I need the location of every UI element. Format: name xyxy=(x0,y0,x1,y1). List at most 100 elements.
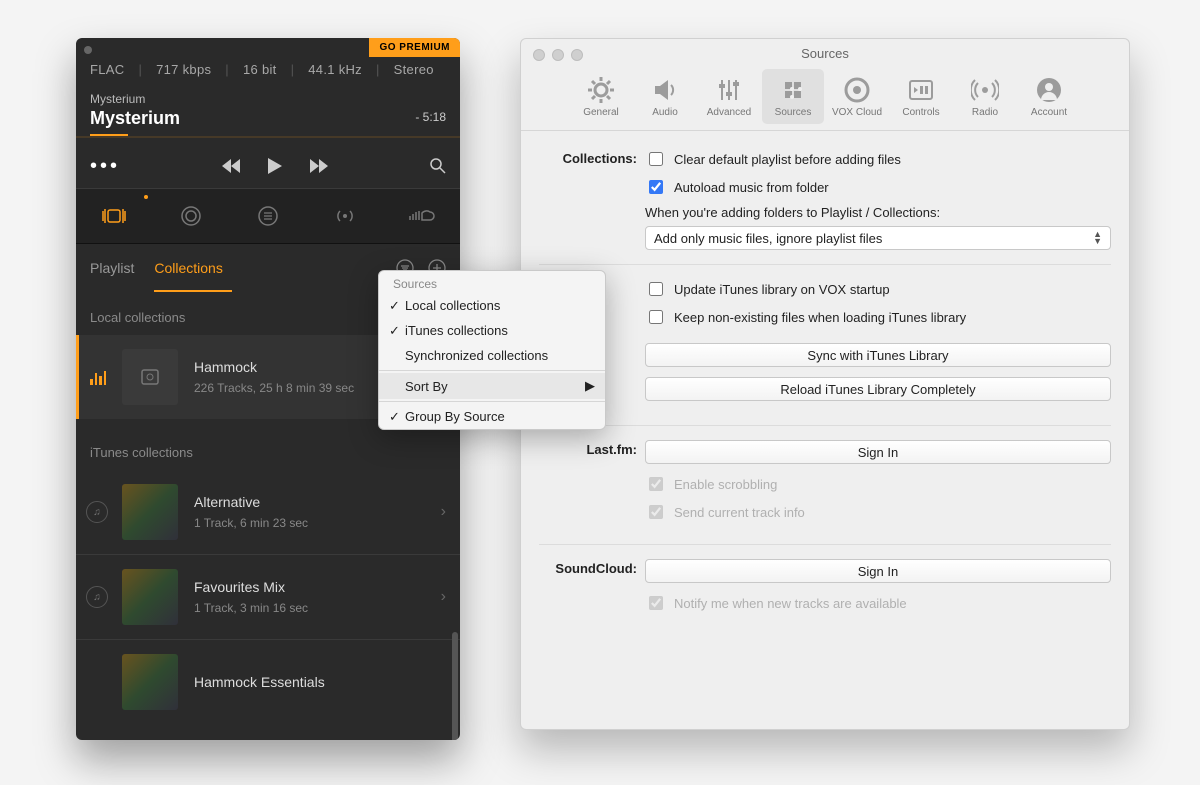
player-controls: ••• xyxy=(76,146,460,186)
artist-label: Mysterium xyxy=(90,92,446,106)
itunes-source-icon: ♫ xyxy=(86,586,108,608)
menuitem-synchronized-collections[interactable]: Synchronized collections xyxy=(379,343,605,368)
menuitem-group-by-source[interactable]: Group By Source xyxy=(379,404,605,429)
go-premium-badge[interactable]: GO PREMIUM xyxy=(369,38,460,57)
checkbox-autoload[interactable]: Autoload music from folder xyxy=(645,177,1111,197)
tab-label: Audio xyxy=(636,107,694,118)
checkbox-label: Clear default playlist before adding fil… xyxy=(674,152,901,167)
section-label: Last.fm: xyxy=(539,440,645,530)
select-arrows-icon: ▲▼ xyxy=(1093,231,1102,245)
menuitem-sort-by[interactable]: Sort By ▶ xyxy=(379,373,605,399)
collection-row[interactable]: ♫ Favourites Mix 1 Track, 3 min 16 sec › xyxy=(76,555,460,639)
tab-label: VOX Cloud xyxy=(828,107,886,118)
soundcloud-tab[interactable] xyxy=(405,199,439,233)
prefs-toolbar: General Audio Advanced Sources VOX Cloud… xyxy=(521,69,1129,131)
preferences-window: Sources General Audio Advanced Sources V… xyxy=(520,38,1130,730)
tab-controls[interactable]: Controls xyxy=(890,69,952,124)
tab-voxcloud[interactable]: VOX Cloud xyxy=(826,69,888,124)
tab-audio[interactable]: Audio xyxy=(634,69,696,124)
section-label: SoundCloud: xyxy=(539,559,645,621)
audio-meta-row: FLAC| 717 kbps| 16 bit| 44.1 kHz| Stereo xyxy=(90,62,434,77)
tab-account[interactable]: Account xyxy=(1018,69,1080,124)
now-playing-block: Mysterium Mysterium - 5:18 xyxy=(90,92,446,129)
collection-name: Hammock Essentials xyxy=(194,674,446,690)
tab-collections[interactable]: Collections xyxy=(154,260,222,276)
channels-label: Stereo xyxy=(394,62,434,77)
menuitem-local-collections[interactable]: Local collections xyxy=(379,293,605,318)
collection-name: Favourites Mix xyxy=(194,579,441,595)
itunes-source-icon: ♫ xyxy=(86,501,108,523)
progress-bar[interactable] xyxy=(90,134,128,136)
section-label: Collections: xyxy=(539,149,645,250)
tab-label: Sources xyxy=(764,107,822,118)
prefs-title: Sources xyxy=(521,39,1129,61)
collection-artwork xyxy=(122,569,178,625)
checkbox-keep-nonexisting[interactable]: Keep non-existing files when loading iTu… xyxy=(645,307,1111,327)
collection-row[interactable]: ♫ Alternative 1 Track, 6 min 23 sec › xyxy=(76,470,460,554)
checkbox-label: Keep non-existing files when loading iTu… xyxy=(674,310,966,325)
checkbox-label: Update iTunes library on VOX startup xyxy=(674,282,890,297)
format-label: FLAC xyxy=(90,62,124,77)
tab-advanced[interactable]: Advanced xyxy=(698,69,760,124)
close-window-dot[interactable] xyxy=(84,46,92,54)
collection-detail: 1 Track, 6 min 23 sec xyxy=(194,516,441,530)
checkbox-clear-playlist[interactable]: Clear default playlist before adding fil… xyxy=(645,149,1111,169)
add-behavior-select[interactable]: Add only music files, ignore playlist fi… xyxy=(645,226,1111,250)
menu-header: Sources xyxy=(379,271,605,293)
tab-label: Account xyxy=(1020,107,1078,118)
collection-detail: 1 Track, 3 min 16 sec xyxy=(194,601,441,615)
lastfm-signin-button[interactable]: Sign In xyxy=(645,440,1111,464)
reload-itunes-button[interactable]: Reload iTunes Library Completely xyxy=(645,377,1111,401)
checkbox-label: Send current track info xyxy=(674,505,805,520)
collection-artwork xyxy=(122,484,178,540)
tab-label: Controls xyxy=(892,107,950,118)
equalizer-icon xyxy=(90,369,106,385)
window-traffic-lights[interactable] xyxy=(533,49,583,61)
submenu-arrow-icon: ▶ xyxy=(585,378,595,394)
checkbox-label: Autoload music from folder xyxy=(674,180,829,195)
checkbox-enable-scrobbling: Enable scrobbling xyxy=(645,474,1111,494)
bitrate-label: 717 kbps xyxy=(156,62,211,77)
source-tabs xyxy=(76,188,460,244)
next-track-button[interactable] xyxy=(310,159,328,173)
tab-label: General xyxy=(572,107,630,118)
tab-general[interactable]: General xyxy=(570,69,632,124)
menuitem-label: Sort By xyxy=(405,379,448,394)
tab-playlist[interactable]: Playlist xyxy=(90,260,134,276)
prefs-body: Collections: Clear default playlist befo… xyxy=(521,131,1129,621)
track-title: Mysterium xyxy=(90,108,446,129)
prev-track-button[interactable] xyxy=(222,159,240,173)
queue-tab[interactable] xyxy=(251,199,285,233)
search-button[interactable] xyxy=(430,158,446,174)
time-remaining: - 5:18 xyxy=(415,110,446,124)
chevron-right-icon: › xyxy=(441,588,446,606)
play-button[interactable] xyxy=(268,158,282,174)
more-options-button[interactable]: ••• xyxy=(90,155,120,178)
collection-name: Alternative xyxy=(194,494,441,510)
sources-context-menu: Sources Local collections iTunes collect… xyxy=(378,270,606,430)
checkbox-label: Notify me when new tracks are available xyxy=(674,596,907,611)
sync-itunes-button[interactable]: Sync with iTunes Library xyxy=(645,343,1111,367)
scrollbar[interactable] xyxy=(452,632,458,740)
note-text: When you're adding folders to Playlist /… xyxy=(645,205,1111,220)
loop-tab[interactable] xyxy=(174,199,208,233)
checkbox-label: Enable scrobbling xyxy=(674,477,777,492)
radio-tab[interactable] xyxy=(328,199,362,233)
checkbox-notify-new-tracks: Notify me when new tracks are available xyxy=(645,593,1111,613)
activity-dot-icon xyxy=(144,195,148,199)
checkbox-update-itunes[interactable]: Update iTunes library on VOX startup xyxy=(645,279,1111,299)
library-tab[interactable] xyxy=(97,199,131,233)
collection-artwork xyxy=(122,654,178,710)
bitdepth-label: 16 bit xyxy=(243,62,277,77)
collection-row[interactable]: Hammock Essentials xyxy=(76,640,460,724)
chevron-right-icon: › xyxy=(441,503,446,521)
select-value: Add only music files, ignore playlist fi… xyxy=(654,231,882,246)
tab-radio[interactable]: Radio xyxy=(954,69,1016,124)
tab-label: Radio xyxy=(956,107,1014,118)
checkbox-send-track-info: Send current track info xyxy=(645,502,1111,522)
menuitem-itunes-collections[interactable]: iTunes collections xyxy=(379,318,605,343)
samplerate-label: 44.1 kHz xyxy=(308,62,362,77)
tab-label: Advanced xyxy=(700,107,758,118)
tab-sources[interactable]: Sources xyxy=(762,69,824,124)
soundcloud-signin-button[interactable]: Sign In xyxy=(645,559,1111,583)
